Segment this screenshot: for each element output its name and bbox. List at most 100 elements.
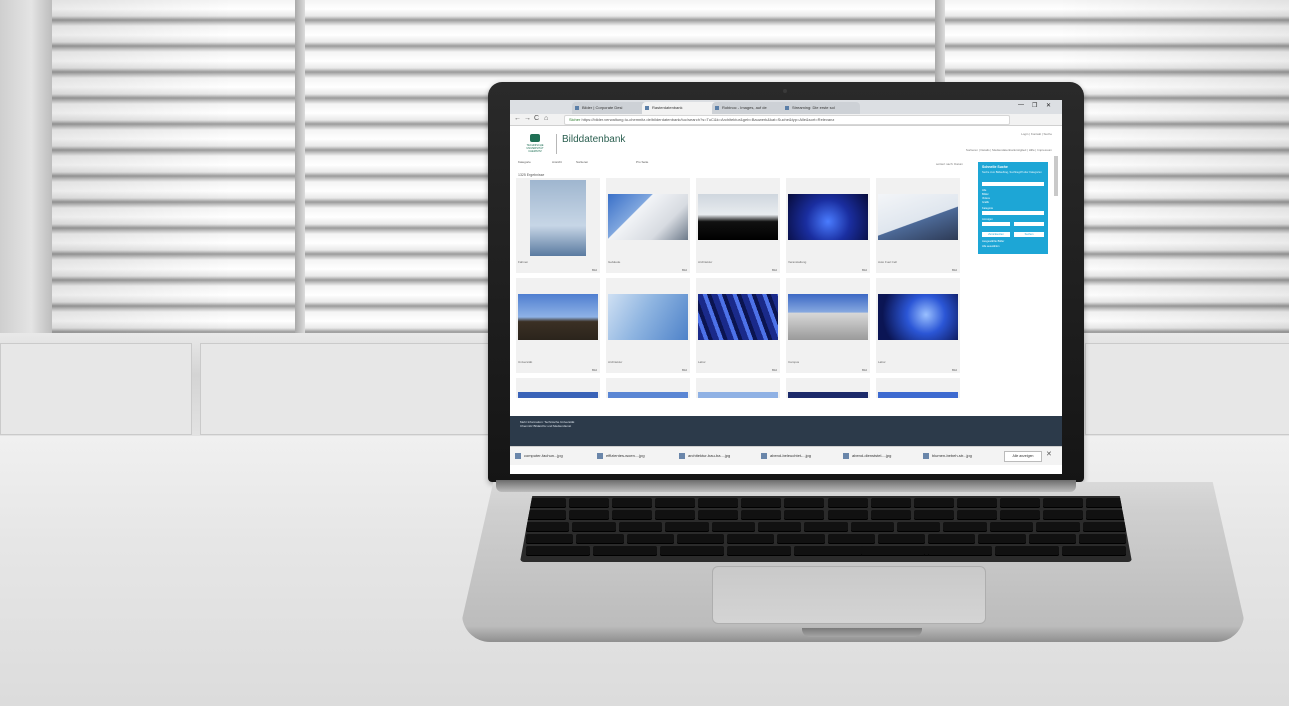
display-select-2[interactable]: [1014, 222, 1044, 226]
category-select[interactable]: [982, 211, 1044, 215]
keyboard-key[interactable]: [1082, 522, 1126, 532]
download-item[interactable]: abend-dienststel-...jpg: [842, 451, 928, 461]
keyboard-key[interactable]: [698, 498, 739, 508]
url-input[interactable]: Sicher https://bilder.verwaltung.tu-chem…: [564, 115, 1010, 125]
keyboard-key[interactable]: [572, 522, 616, 532]
photo-thumbnail[interactable]: [788, 392, 868, 398]
image-card[interactable]: [786, 378, 870, 398]
photo-thumbnail[interactable]: [608, 392, 688, 398]
photo-thumbnail[interactable]: [788, 194, 868, 240]
keyboard-key[interactable]: [612, 498, 653, 508]
display-select[interactable]: [982, 222, 1010, 226]
photo-thumbnail[interactable]: [530, 180, 586, 256]
keyboard-key[interactable]: [999, 498, 1040, 508]
keyboard-key[interactable]: [741, 510, 782, 520]
close-icon[interactable]: ✕: [1046, 102, 1051, 109]
keyboard-key[interactable]: [913, 498, 954, 508]
keyboard-key[interactable]: [928, 534, 976, 544]
keyboard-key[interactable]: [1042, 498, 1083, 508]
keyboard-key[interactable]: [827, 498, 868, 508]
keyboard-key[interactable]: [943, 522, 987, 532]
reload-icon[interactable]: C: [534, 115, 539, 122]
keyboard-key[interactable]: [850, 522, 895, 532]
keyboard-key[interactable]: [593, 546, 657, 556]
keyboard-key[interactable]: [576, 534, 624, 544]
keyboard-key[interactable]: [897, 522, 941, 532]
keyboard-key[interactable]: [995, 546, 1059, 556]
scrollbar[interactable]: [1054, 156, 1058, 196]
forward-icon[interactable]: →: [524, 115, 531, 122]
show-all-downloads-button[interactable]: Alle anzeigen: [1004, 451, 1042, 462]
keyboard-key[interactable]: [1085, 498, 1126, 508]
photo-thumbnail[interactable]: [518, 294, 598, 340]
keyboard[interactable]: [520, 496, 1132, 562]
image-card[interactable]: Gebäude Bild: [606, 178, 690, 273]
card-action[interactable]: Bild: [592, 368, 597, 372]
photo-thumbnail[interactable]: [878, 294, 958, 340]
keyboard-key[interactable]: [1078, 534, 1126, 544]
image-card[interactable]: [696, 378, 780, 398]
keyboard-key[interactable]: [526, 498, 567, 508]
image-card[interactable]: Auto Fuel Cell Bild: [876, 178, 960, 273]
keyboard-key[interactable]: [1042, 510, 1083, 520]
close-downloads-icon[interactable]: ✕: [1046, 450, 1052, 458]
sub-links[interactable]: Sortieren | Details | Mediendatenbankmit…: [966, 148, 1052, 152]
back-icon[interactable]: ←: [514, 115, 521, 122]
image-card[interactable]: Architektur Bild: [606, 278, 690, 373]
browser-tab-active[interactable]: Rasterdatenbank: [642, 102, 720, 114]
photo-thumbnail[interactable]: [608, 294, 688, 340]
radio-option[interactable]: Alle: [982, 189, 986, 192]
image-card[interactable]: Campus Bild: [786, 278, 870, 373]
download-item[interactable]: computer-fachun...jpg: [514, 451, 600, 461]
keyboard-key[interactable]: [711, 522, 755, 532]
keyboard-key[interactable]: [978, 534, 1026, 544]
keyboard-key[interactable]: [727, 546, 791, 556]
card-action[interactable]: Bild: [862, 368, 867, 372]
keyboard-key[interactable]: [777, 534, 825, 544]
photo-thumbnail[interactable]: [878, 392, 958, 398]
card-action[interactable]: Bild: [682, 368, 687, 372]
photo-thumbnail[interactable]: [518, 392, 598, 398]
card-action[interactable]: Bild: [592, 268, 597, 272]
card-action[interactable]: Bild: [772, 368, 777, 372]
keyboard-key[interactable]: [757, 522, 802, 532]
keyboard-key[interactable]: [526, 510, 567, 520]
image-card[interactable]: Veranstaltung Bild: [786, 178, 870, 273]
keyboard-key[interactable]: [727, 534, 775, 544]
keyboard-key[interactable]: [569, 498, 610, 508]
keyboard-key[interactable]: [804, 522, 848, 532]
image-card[interactable]: Fahnen Bild: [516, 178, 600, 273]
keyboard-key[interactable]: [861, 546, 925, 556]
keyboard-key[interactable]: [1062, 546, 1126, 556]
keyboard-key[interactable]: [698, 510, 739, 520]
radio-option[interactable]: Grafik: [982, 201, 989, 204]
top-links[interactable]: Login | Kontakt | Suche: [1021, 132, 1052, 136]
keyboard-key[interactable]: [928, 546, 992, 556]
keyboard-key[interactable]: [877, 534, 925, 544]
download-item[interactable]: blumen-bebeh-str...jpg: [922, 451, 1008, 461]
keyboard-key[interactable]: [526, 546, 590, 556]
filter-per-page[interactable]: Pro Seite: [636, 160, 648, 164]
keyboard-key[interactable]: [784, 510, 825, 520]
browser-tab[interactable]: Robinoc - Images, auf de: [712, 102, 790, 114]
download-item[interactable]: effizientes-woen....jpg: [596, 451, 682, 461]
keyboard-key[interactable]: [1085, 510, 1126, 520]
image-card[interactable]: Universität Bild: [516, 278, 600, 373]
image-card[interactable]: [876, 378, 960, 398]
keyboard-key[interactable]: [526, 534, 574, 544]
keyboard-key[interactable]: [526, 522, 570, 532]
keyboard-key[interactable]: [676, 534, 724, 544]
university-logo[interactable]: TECHNISCHE UNIVERSITÄT CHEMNITZ: [520, 134, 550, 156]
card-action[interactable]: Bild: [772, 268, 777, 272]
keyboard-key[interactable]: [913, 510, 954, 520]
minimize-icon[interactable]: —: [1018, 102, 1024, 108]
browser-tab[interactable]: Bilder | Corporate Desi: [572, 102, 650, 114]
keyboard-key[interactable]: [870, 510, 911, 520]
filter-view[interactable]: Ansicht: [552, 160, 562, 164]
photo-thumbnail[interactable]: [698, 294, 778, 340]
keyboard-key[interactable]: [1028, 534, 1076, 544]
keyboard-key[interactable]: [870, 498, 911, 508]
keyboard-key[interactable]: [655, 498, 696, 508]
keyboard-key[interactable]: [956, 498, 997, 508]
keyboard-key[interactable]: [655, 510, 696, 520]
